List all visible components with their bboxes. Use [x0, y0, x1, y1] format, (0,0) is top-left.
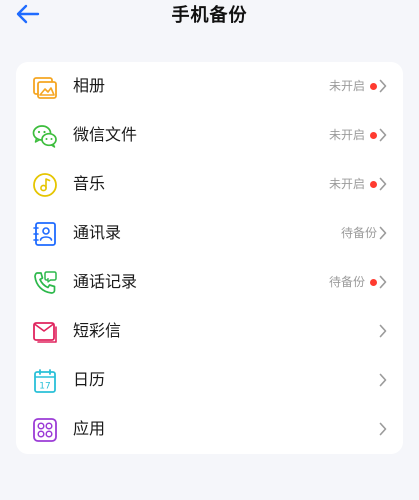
list-item-wechat-files[interactable]: 微信文件 未开启 — [16, 111, 403, 160]
status-text: 未开启 — [329, 78, 377, 94]
status-text: 未开启 — [329, 127, 377, 143]
apps-icon — [32, 417, 58, 443]
list-item-apps[interactable]: 应用 — [16, 405, 403, 454]
list-item-contacts[interactable]: 通讯录 待备份 — [16, 209, 403, 258]
list-item-label: 短彩信 — [73, 321, 122, 340]
chevron-right-icon — [379, 226, 387, 240]
list-item-call-log[interactable]: 通话记录 待备份 — [16, 258, 403, 307]
list-item-album[interactable]: 相册 未开启 — [16, 62, 403, 111]
chevron-right-icon — [379, 324, 387, 338]
status-dot — [370, 131, 377, 139]
sms-icon — [32, 319, 58, 345]
list-item-label: 音乐 — [73, 174, 106, 193]
backup-page: 手机备份 相册 未开启 微信文件 未开启 音乐 未开启 通讯录 待备份 通话记录… — [0, 0, 419, 500]
status-text: 未开启 — [329, 176, 377, 192]
list-item-label: 应用 — [73, 419, 106, 438]
photo-album-icon — [32, 74, 58, 100]
chevron-right-icon — [379, 422, 387, 436]
chevron-right-icon — [379, 128, 387, 142]
calendar-icon: 17 — [32, 368, 58, 394]
list-item-label: 相册 — [73, 76, 106, 95]
list-item-label: 通讯录 — [73, 223, 122, 242]
list-item-label: 日历 — [73, 370, 106, 389]
contacts-icon — [32, 221, 58, 247]
header: 手机备份 — [0, 0, 419, 34]
page-title: 手机备份 — [171, 5, 248, 26]
status-text: 待备份 — [329, 274, 377, 290]
wechat-icon — [32, 123, 58, 149]
list-item-sms[interactable]: 短彩信 — [16, 307, 403, 356]
list-item-label: 微信文件 — [73, 125, 138, 144]
status-dot — [370, 82, 377, 90]
calendar-day: 17 — [39, 382, 50, 392]
status-dot — [370, 180, 377, 188]
chevron-right-icon — [379, 275, 387, 289]
list-item-label: 通话记录 — [73, 272, 138, 291]
chevron-right-icon — [379, 79, 387, 93]
list-item-music[interactable]: 音乐 未开启 — [16, 160, 403, 209]
backup-list: 相册 未开启 微信文件 未开启 音乐 未开启 通讯录 待备份 通话记录 待备份 … — [16, 62, 403, 454]
list-item-calendar[interactable]: 17 日历 — [16, 356, 403, 405]
call-log-icon — [32, 270, 58, 296]
status-text: 待备份 — [340, 226, 377, 240]
chevron-right-icon — [379, 373, 387, 387]
chevron-right-icon — [379, 177, 387, 191]
music-icon — [32, 172, 58, 198]
status-dot — [370, 278, 377, 286]
